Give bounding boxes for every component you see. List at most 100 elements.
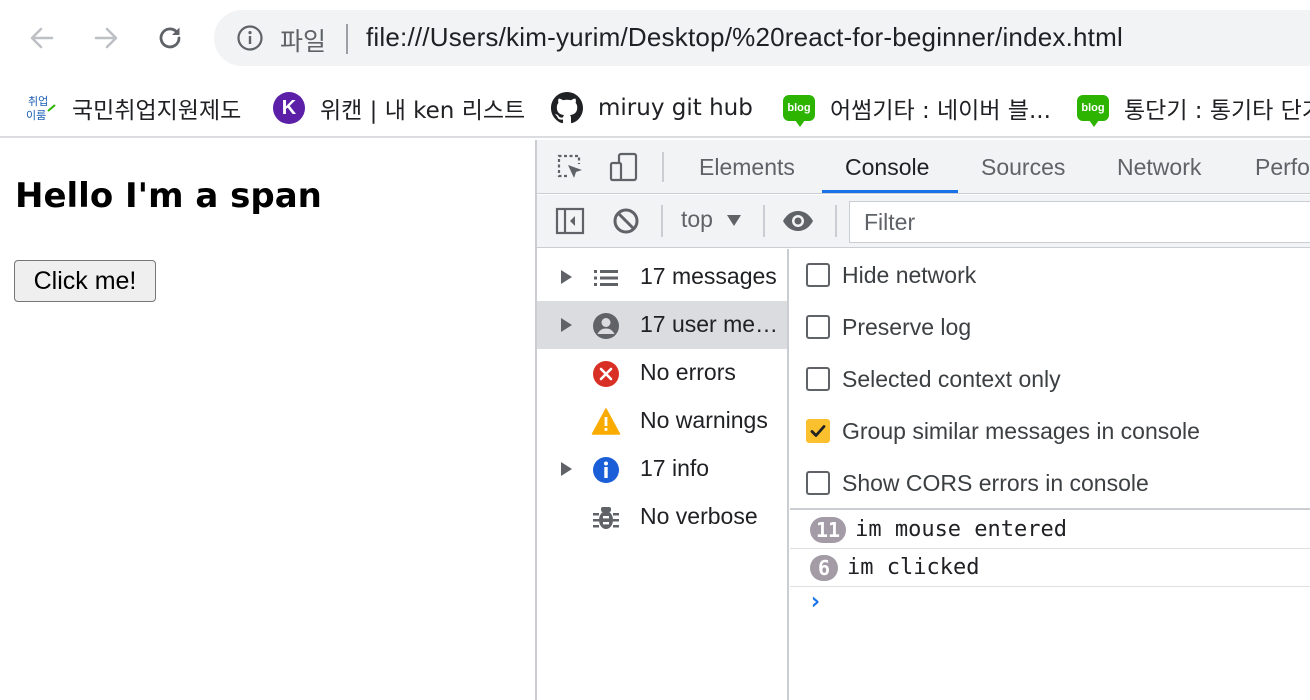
sidebar-item-messages[interactable]: 17 messages: [537, 253, 787, 301]
console-prompt-icon[interactable]: ›: [808, 587, 822, 615]
sidebar-item-warnings[interactable]: No warnings: [537, 397, 787, 445]
live-expression-button[interactable]: [781, 204, 815, 238]
reload-button[interactable]: [150, 18, 190, 58]
bookmark-employment[interactable]: 취업 이룸 국민취업지원제도: [24, 88, 241, 128]
repeat-count-badge: 11: [810, 516, 847, 543]
forward-button[interactable]: [86, 18, 126, 58]
setting-selected-context[interactable]: Selected context only: [806, 359, 1061, 399]
inspect-cursor-icon: [557, 154, 582, 178]
setting-label: Group similar messages in console: [842, 417, 1200, 444]
k-logo-icon: K: [272, 91, 306, 125]
click-me-button[interactable]: Click me!: [14, 260, 156, 302]
clear-console-button[interactable]: [609, 204, 643, 238]
sidebar-item-label: No verbose: [640, 503, 758, 529]
toolbar-divider: [835, 205, 837, 237]
sidebar-item-errors[interactable]: No errors: [537, 349, 787, 397]
naver-blog-icon: blog: [782, 91, 816, 127]
console-main: Hide network Preserve log Selected conte…: [790, 249, 1310, 700]
checkbox[interactable]: [806, 263, 830, 287]
bookmark-label: 위캔 | 내 ken 리스트: [320, 98, 526, 124]
bookmark-label: 국민취업지원제도: [72, 98, 242, 124]
setting-label: Show CORS errors in console: [842, 469, 1149, 496]
expand-triangle-icon[interactable]: [561, 462, 572, 476]
checkmark-icon: [810, 425, 826, 437]
console-log-row[interactable]: 6 im clicked: [790, 549, 1310, 587]
bookmark-guitar-course[interactable]: blog 통단기 : 통기타 단기: [1076, 88, 1310, 128]
sidebar-item-verbose[interactable]: No verbose: [537, 493, 787, 541]
info-icon[interactable]: [236, 24, 264, 52]
arrow-left-icon: [30, 27, 54, 49]
repeat-count-badge: 6: [810, 554, 838, 581]
setting-label: Preserve log: [842, 313, 972, 340]
tab-sources[interactable]: Sources: [981, 140, 1065, 194]
setting-cors-errors[interactable]: Show CORS errors in console: [806, 463, 1149, 503]
device-toolbar-button[interactable]: [607, 150, 641, 184]
log-message: im mouse entered: [855, 517, 1068, 542]
sidebar-item-label: No warnings: [640, 407, 768, 433]
bug-icon: [591, 503, 621, 533]
github-icon: [550, 91, 584, 125]
address-bar[interactable]: 파일 file:///Users/kim-yurim/Desktop/%20re…: [214, 10, 1310, 66]
sidebar-item-user-messages[interactable]: 17 user me…: [537, 301, 787, 349]
error-icon: [591, 359, 621, 389]
setting-hide-network[interactable]: Hide network: [806, 255, 976, 295]
tab-console[interactable]: Console: [845, 140, 929, 194]
bookmark-ken-list[interactable]: K 위캔 | 내 ken 리스트: [272, 88, 525, 128]
expand-triangle-icon[interactable]: [561, 270, 572, 284]
device-toggle-icon: [609, 152, 638, 182]
console-toolbar: top: [537, 195, 1310, 248]
setting-label: Selected context only: [842, 365, 1061, 392]
page-viewport: Hello I'm a span Click me!: [0, 140, 535, 700]
expand-triangle-icon[interactable]: [561, 318, 572, 332]
sidebar-item-label: 17 info: [640, 455, 710, 481]
sidebar-toggle-icon: [555, 207, 585, 235]
sidebar-toggle-button[interactable]: [553, 204, 587, 238]
clear-console-icon: [613, 208, 639, 234]
checkbox[interactable]: [806, 315, 830, 339]
chevron-down-icon: [727, 215, 741, 226]
naver-blog-icon: blog: [1076, 91, 1110, 127]
checkbox-checked[interactable]: [806, 419, 830, 443]
bookmark-github[interactable]: miruy git hub: [550, 88, 753, 128]
console-sidebar: 17 messages 17 user me… No errors No war…: [537, 249, 789, 700]
info-icon: [591, 455, 621, 485]
sidebar-item-label: 17 user me…: [640, 311, 779, 337]
url-scheme-label: 파일: [280, 27, 327, 56]
toolbar-divider: [661, 205, 663, 237]
devtools-tabbar: Elements Console Sources Network Perfo: [537, 140, 1310, 194]
inspect-element-button[interactable]: [553, 150, 587, 184]
user-icon: [591, 311, 621, 341]
setting-group-similar[interactable]: Group similar messages in console: [806, 411, 1200, 451]
reload-icon: [159, 27, 181, 49]
setting-preserve-log[interactable]: Preserve log: [806, 307, 971, 347]
sidebar-item-info[interactable]: 17 info: [537, 445, 787, 493]
bookmark-label: 어썸기타 : 네이버 블...: [830, 98, 1051, 124]
bookmark-label: miruy git hub: [598, 95, 753, 121]
tab-elements[interactable]: Elements: [699, 140, 795, 194]
console-filter-input[interactable]: [849, 201, 1310, 243]
settings-divider: [790, 508, 1310, 510]
sidebar-item-label: 17 messages: [640, 263, 777, 289]
checkbox[interactable]: [806, 367, 830, 391]
console-log-row[interactable]: 11 im mouse entered: [790, 511, 1310, 549]
active-tab-indicator: [822, 190, 958, 193]
eye-icon: [783, 211, 813, 231]
tab-network[interactable]: Network: [1117, 140, 1201, 194]
employment-logo-icon: 취업 이룸: [24, 91, 58, 125]
warning-icon: [591, 407, 621, 437]
toolbar-divider: [763, 205, 765, 237]
svg-text:취업: 취업: [28, 95, 48, 108]
sidebar-item-label: No errors: [640, 359, 736, 385]
svg-text:이룸: 이룸: [26, 109, 46, 122]
bookmark-awesome-guitar[interactable]: blog 어썸기타 : 네이버 블...: [782, 88, 1051, 128]
context-selector[interactable]: top: [681, 206, 713, 233]
tab-performance[interactable]: Perfo: [1255, 140, 1310, 194]
back-button[interactable]: [22, 18, 62, 58]
bookmarks-bar: 취업 이룸 국민취업지원제도 K 위캔 | 내 ken 리스트 miruy git…: [0, 78, 1310, 138]
checkbox[interactable]: [806, 471, 830, 495]
list-icon: [591, 263, 621, 293]
toolbar-divider: [662, 152, 664, 182]
setting-label: Hide network: [842, 261, 977, 288]
url-text[interactable]: file:///Users/kim-yurim/Desktop/%20react…: [366, 22, 1123, 53]
devtools-panel: Elements Console Sources Network Perfo t…: [535, 140, 1310, 700]
